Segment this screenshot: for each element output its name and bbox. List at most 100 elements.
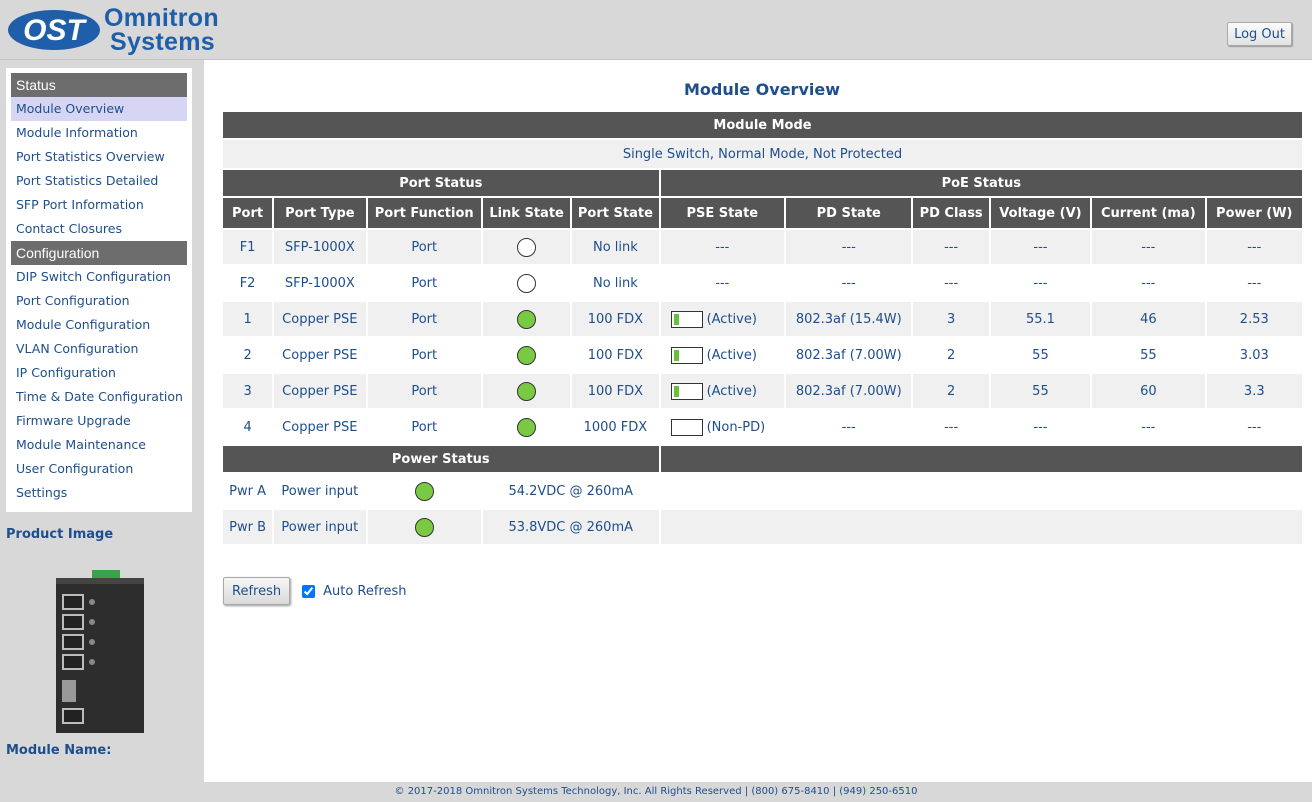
cell-link <box>482 410 571 444</box>
cell-pd-state: --- <box>786 266 912 300</box>
sidebar-item-module-information[interactable]: Module Information <box>11 121 187 145</box>
sidebar-item-dip-switch-configuration[interactable]: DIP Switch Configuration <box>11 265 187 289</box>
auto-refresh-checkbox[interactable] <box>302 584 316 598</box>
cell-pd-state: --- <box>786 230 912 264</box>
cell-pse: --- <box>660 266 785 300</box>
cell-pd-state: 802.3af (15.4W) <box>786 302 912 336</box>
cell-voltage: 55 <box>990 374 1091 408</box>
column-header-pd-class: PD Class <box>913 198 989 228</box>
port-row: 1 Copper PSE Port 100 FDX (Active) 802.3af (1… <box>223 302 1302 336</box>
cell-pse: (Non-PD) <box>660 410 785 444</box>
cell-type: SFP-1000X <box>274 266 366 300</box>
column-header-port-function: Port Function <box>367 198 481 228</box>
cell-type: Copper PSE <box>274 410 366 444</box>
pse-level-bar <box>670 346 703 364</box>
power-status-blank-header <box>660 446 1302 472</box>
pse-level-fill <box>673 385 680 397</box>
cell-state: No link <box>572 230 659 264</box>
pse-state-text: (Active) <box>706 347 757 363</box>
port-row: F1 SFP-1000X Port No link --- --- --- --- --- --- <box>223 230 1302 264</box>
logo-line2: Systems <box>110 28 215 56</box>
cell-current: 60 <box>1092 374 1205 408</box>
power-name: Pwr A <box>223 474 273 508</box>
sidebar-menu: Status Module Overview Module Information… <box>6 68 192 512</box>
column-header-pse-state: PSE State <box>660 198 785 228</box>
page-title: Module Overview <box>684 80 840 99</box>
cell-port: 4 <box>223 410 273 444</box>
cell-link <box>482 266 571 300</box>
sidebar: Status Module Overview Module Information… <box>0 60 204 782</box>
cell-pd-class: --- <box>913 230 989 264</box>
power-state-indicator-icon <box>414 517 434 537</box>
main-content: Module Overview Module Mode Single Switc… <box>204 60 1312 782</box>
cell-pd-class: 2 <box>913 338 989 372</box>
sidebar-item-vlan-configuration[interactable]: VLAN Configuration <box>11 337 187 361</box>
cell-pd-class: --- <box>913 266 989 300</box>
cell-state: 100 FDX <box>572 302 659 336</box>
menu-section-configuration: Configuration <box>11 241 187 265</box>
column-header-port: Port <box>223 198 273 228</box>
sidebar-item-port-statistics-detailed[interactable]: Port Statistics Detailed <box>11 169 187 193</box>
pse-state-text: (Non-PD) <box>706 419 766 435</box>
port-status-header: Port Status <box>223 170 659 196</box>
power-status-header: Power Status <box>223 446 659 472</box>
cell-link <box>482 374 571 408</box>
power-value: 54.2VDC @ 260mA <box>482 474 659 508</box>
pse-state-text: (Active) <box>706 383 757 399</box>
sidebar-item-user-configuration[interactable]: User Configuration <box>11 457 187 481</box>
refresh-button[interactable]: Refresh <box>223 577 291 605</box>
menu-section-status: Status <box>11 73 187 97</box>
cell-power: 2.53 <box>1206 302 1302 336</box>
cell-state: 100 FDX <box>572 338 659 372</box>
cell-pd-class: 2 <box>913 374 989 408</box>
sidebar-item-module-configuration[interactable]: Module Configuration <box>11 313 187 337</box>
cell-port: F2 <box>223 266 273 300</box>
cell-port: 3 <box>223 374 273 408</box>
auto-refresh-label: Auto Refresh <box>323 583 407 599</box>
cell-type: SFP-1000X <box>274 230 366 264</box>
cell-function: Port <box>367 410 481 444</box>
cell-function: Port <box>367 266 481 300</box>
sidebar-item-port-configuration[interactable]: Port Configuration <box>11 289 187 313</box>
power-desc: Power input <box>274 474 366 508</box>
sidebar-item-module-maintenance[interactable]: Module Maintenance <box>11 433 187 457</box>
sidebar-item-time-and-date-configuration[interactable]: Time & Date Configuration <box>11 385 187 409</box>
cell-voltage: 55 <box>990 338 1091 372</box>
power-name: Pwr B <box>223 510 273 544</box>
port-row: 2 Copper PSE Port 100 FDX (Active) 802.3af (7… <box>223 338 1302 372</box>
cell-state: No link <box>572 266 659 300</box>
power-blank-cell <box>660 474 1302 508</box>
cell-power: --- <box>1206 410 1302 444</box>
product-image <box>56 570 144 733</box>
cell-current: --- <box>1092 266 1205 300</box>
footer: © 2017-2018 Omnitron Systems Technology,… <box>0 782 1312 802</box>
cell-port: 2 <box>223 338 273 372</box>
poe-status-header: PoE Status <box>660 170 1302 196</box>
sidebar-item-module-overview[interactable]: Module Overview <box>11 97 187 121</box>
logo-text: Omnitron Systems <box>104 6 219 56</box>
ost-logo-icon: OST <box>8 10 100 50</box>
cell-pd-class: 3 <box>913 302 989 336</box>
sidebar-item-port-statistics-overview[interactable]: Port Statistics Overview <box>11 145 187 169</box>
link-state-indicator-icon <box>517 345 537 365</box>
cell-pse: (Active) <box>660 374 785 408</box>
module-mode-header: Module Mode <box>223 112 1302 138</box>
column-header-port-type: Port Type <box>274 198 366 228</box>
power-state-cell <box>367 474 481 508</box>
sidebar-item-settings[interactable]: Settings <box>11 481 187 505</box>
cell-power: --- <box>1206 266 1302 300</box>
sidebar-item-sfp-port-information[interactable]: SFP Port Information <box>11 193 187 217</box>
cell-voltage: --- <box>990 230 1091 264</box>
sidebar-item-contact-closures[interactable]: Contact Closures <box>11 217 187 241</box>
link-state-indicator-icon <box>517 237 537 257</box>
cell-current: 46 <box>1092 302 1205 336</box>
sidebar-item-ip-configuration[interactable]: IP Configuration <box>11 361 187 385</box>
cell-pd-class: --- <box>913 410 989 444</box>
cell-type: Copper PSE <box>274 338 366 372</box>
cell-power: 3.3 <box>1206 374 1302 408</box>
logout-button[interactable]: Log Out <box>1227 22 1292 46</box>
cell-link <box>482 338 571 372</box>
cell-type: Copper PSE <box>274 302 366 336</box>
sidebar-item-firmware-upgrade[interactable]: Firmware Upgrade <box>11 409 187 433</box>
cell-voltage: --- <box>990 266 1091 300</box>
